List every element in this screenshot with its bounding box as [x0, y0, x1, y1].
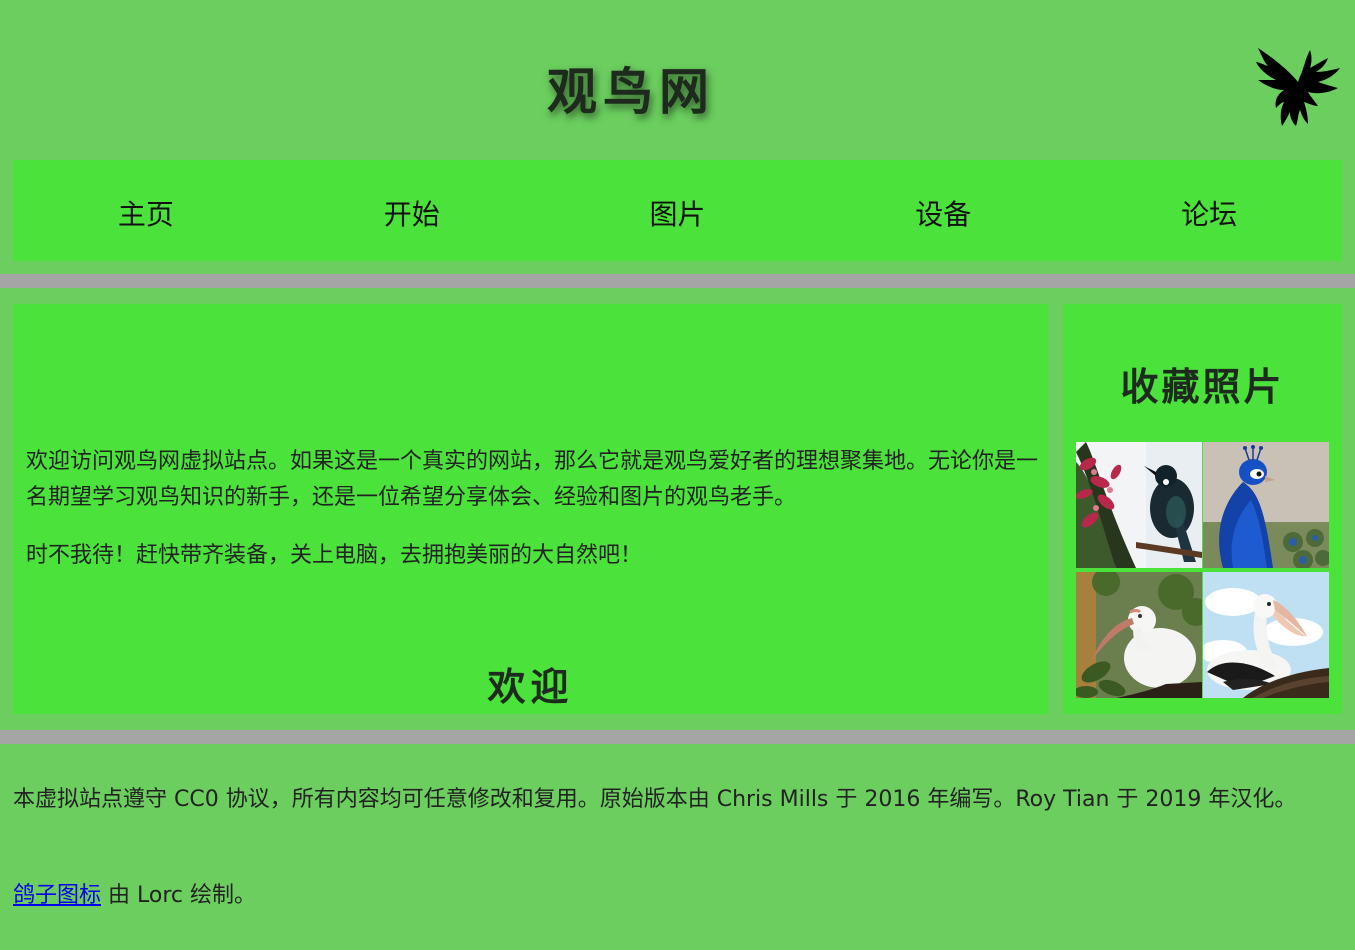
- main-nav: 主页 开始 图片 设备 论坛: [13, 160, 1342, 261]
- tui-bird-photo[interactable]: [1076, 442, 1202, 568]
- icon-credit: 鸽子图标 由 Lorc 绘制。: [13, 878, 1343, 914]
- welcome-heading: 欢迎: [487, 664, 574, 709]
- pigeon-icon-link[interactable]: 鸽子图标: [13, 883, 101, 908]
- divider-top: [0, 274, 1355, 288]
- site-title: 观鸟网: [547, 62, 715, 121]
- favorite-photos-sidebar: 收藏照片: [1063, 304, 1342, 714]
- peacock-photo[interactable]: [1203, 442, 1329, 568]
- page: 观鸟网 主页 开始 图片 设备 论坛 欢迎 欢迎访问观鸟网虚拟站点。如果这是一个…: [0, 0, 1355, 950]
- license-text: 本虚拟站点遵守 CC0 协议，所有内容均可任意修改和复用。原始版本由 Chris…: [13, 787, 1297, 812]
- pelican-photo[interactable]: [1203, 572, 1329, 698]
- nav-item-start[interactable]: 开始: [279, 189, 545, 233]
- nav-item-pictures[interactable]: 图片: [545, 189, 811, 233]
- welcome-paragraph: 欢迎访问观鸟网虚拟站点。如果这是一个真实的网站，那么它就是观鸟爱好者的理想聚集地…: [26, 449, 1039, 510]
- nav-item-home[interactable]: 主页: [13, 189, 279, 233]
- nav-item-equipment[interactable]: 设备: [810, 189, 1076, 233]
- ibis-photo[interactable]: [1076, 572, 1202, 698]
- welcome-article: 欢迎 欢迎访问观鸟网虚拟站点。如果这是一个真实的网站，那么它就是观鸟爱好者的理想…: [13, 304, 1048, 714]
- photo-gallery: [1076, 442, 1329, 698]
- call-to-action-paragraph: 时不我待！赶快带齐装备，关上电脑，去拥抱美丽的大自然吧！: [26, 543, 643, 568]
- nav-item-forum[interactable]: 论坛: [1076, 189, 1342, 233]
- credit-suffix: 由 Lorc 绘制。: [101, 883, 256, 908]
- site-header: 观鸟网: [0, 0, 1355, 160]
- divider-bottom: [0, 730, 1355, 744]
- bird-silhouette-icon: [1254, 42, 1342, 128]
- favorite-photos-heading: 收藏照片: [1120, 364, 1285, 409]
